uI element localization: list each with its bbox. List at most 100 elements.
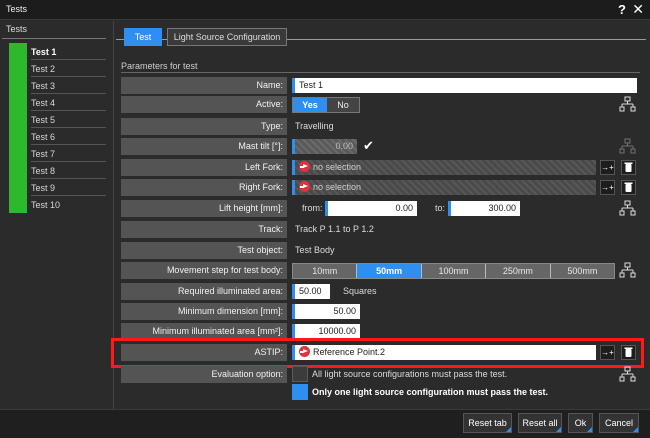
right-fork-value: no selection: [313, 182, 362, 192]
min-dimension-input[interactable]: 50.00: [292, 304, 360, 319]
test-item-label: Test 10: [31, 200, 61, 210]
pick-arrow-icon: [299, 161, 310, 172]
status-indicator: [9, 162, 27, 179]
tab-bar: Test Light Source Configuration: [116, 21, 646, 47]
test-list-item[interactable]: Test 3: [9, 77, 106, 94]
active-no-button[interactable]: No: [327, 98, 359, 112]
lift-height-from-label: from:: [302, 203, 323, 213]
status-indicator: [9, 145, 27, 162]
test-list-item[interactable]: Test 8: [9, 162, 106, 179]
lift-height-label: Lift height [mm]:: [121, 200, 287, 217]
title-bar: Tests ? ✕: [0, 0, 650, 20]
test-list-item[interactable]: Test 10: [9, 196, 106, 213]
section-title: Parameters for test: [121, 61, 198, 71]
hierarchy-icon[interactable]: [619, 366, 636, 383]
movement-step-selector: 10mm 50mm 100mm 250mm 500mm: [292, 263, 615, 279]
type-label: Type:: [121, 118, 287, 135]
test-item-label: Test 5: [31, 115, 56, 125]
trash-icon[interactable]: [621, 180, 636, 195]
track-label: Track:: [121, 221, 287, 238]
status-indicator: [9, 196, 27, 213]
test-list-item[interactable]: Test 2: [9, 60, 106, 77]
tests-panel-header: Tests: [6, 24, 28, 34]
active-yes-button[interactable]: Yes: [293, 98, 327, 112]
movement-step-label: Movement step for test body:: [121, 262, 287, 279]
right-fork-selector[interactable]: no selection: [292, 180, 596, 195]
type-row: Type: Travelling: [121, 118, 640, 135]
astip-highlight-box: [111, 338, 644, 368]
type-value: Travelling: [295, 121, 334, 131]
test-list-item[interactable]: Test 5: [9, 111, 106, 128]
lift-height-from-input[interactable]: 0.00: [325, 201, 417, 216]
active-toggle: Yes No: [292, 97, 360, 113]
mast-tilt-label: Mast tilt [°]:: [121, 138, 287, 155]
mast-tilt-row: Mast tilt [°]: 0.00 ✔: [121, 138, 640, 155]
test-item-label: Test 8: [31, 166, 56, 176]
name-input[interactable]: Test 1: [292, 78, 637, 93]
mast-tilt-input[interactable]: 0.00: [292, 139, 357, 154]
left-fork-selector[interactable]: no selection: [292, 160, 596, 175]
test-list-item[interactable]: Test 6: [9, 128, 106, 145]
evaluation-row: Evaluation option: All light source conf…: [121, 366, 640, 402]
test-list-item[interactable]: Test 1: [9, 43, 106, 60]
connect-arrows-icon[interactable]: →+: [600, 160, 615, 175]
step-option-50mm[interactable]: 50mm: [357, 264, 422, 278]
min-area-input[interactable]: 10000.00: [292, 324, 360, 339]
close-icon[interactable]: ✕: [632, 1, 644, 18]
evaluation-option-all-radio[interactable]: [292, 366, 308, 382]
test-item-label: Test 7: [31, 149, 56, 159]
required-area-input[interactable]: 50.00: [292, 284, 330, 299]
status-indicator: [9, 111, 27, 128]
name-label: Name:: [121, 77, 287, 94]
evaluation-option-one-label: Only one light source configuration must…: [312, 387, 549, 397]
tab-test[interactable]: Test: [124, 28, 162, 46]
test-list-item[interactable]: Test 9: [9, 179, 106, 196]
active-row: Active: Yes No: [121, 96, 640, 113]
lift-height-to-input[interactable]: 300.00: [448, 201, 520, 216]
min-dimension-label: Minimum dimension [mm]:: [121, 303, 287, 320]
checkmark-icon[interactable]: ✔: [361, 139, 376, 154]
step-option-500mm[interactable]: 500mm: [551, 264, 614, 278]
hierarchy-icon[interactable]: [619, 262, 636, 279]
left-fork-row: Left Fork: no selection →+: [121, 159, 640, 176]
status-indicator: [9, 128, 27, 145]
window-title: Tests: [6, 4, 28, 14]
lift-height-row: Lift height [mm]: from: 0.00 to: 300.00: [121, 200, 640, 217]
cancel-button[interactable]: Cancel: [599, 413, 639, 433]
tab-light-source-configuration[interactable]: Light Source Configuration: [167, 28, 287, 46]
status-indicator: [9, 94, 27, 111]
hierarchy-icon[interactable]: [619, 96, 636, 113]
help-icon[interactable]: ?: [618, 2, 626, 17]
test-item-label: Test 4: [31, 98, 56, 108]
ok-button[interactable]: Ok: [568, 413, 593, 433]
left-fork-value: no selection: [313, 162, 362, 172]
reset-all-button[interactable]: Reset all: [518, 413, 562, 433]
right-fork-label: Right Fork:: [121, 179, 287, 196]
evaluation-option-one-radio[interactable]: [292, 384, 308, 400]
status-indicator: [9, 43, 27, 60]
step-option-100mm[interactable]: 100mm: [422, 264, 487, 278]
step-option-10mm[interactable]: 10mm: [293, 264, 358, 278]
test-item-label: Test 3: [31, 81, 56, 91]
test-list-item[interactable]: Test 4: [9, 94, 106, 111]
status-indicator: [9, 179, 27, 196]
test-item-label: Test 2: [31, 64, 56, 74]
trash-icon[interactable]: [621, 160, 636, 175]
divider: [2, 38, 106, 39]
test-item-label: Test 1: [31, 47, 57, 57]
reset-tab-button[interactable]: Reset tab: [463, 413, 512, 433]
required-area-row: Required illuminated area: 50.00 Squares: [121, 283, 640, 300]
step-option-250mm[interactable]: 250mm: [486, 264, 551, 278]
evaluation-label: Evaluation option:: [121, 366, 287, 383]
required-area-label: Required illuminated area:: [121, 283, 287, 300]
left-fork-label: Left Fork:: [121, 159, 287, 176]
required-area-unit: Squares: [343, 286, 377, 296]
pick-arrow-icon: [299, 181, 310, 192]
test-object-label: Test object:: [121, 242, 287, 259]
test-object-value: Test Body: [295, 245, 335, 255]
track-value: Track P 1.1 to P 1.2: [295, 224, 374, 234]
test-list-item[interactable]: Test 7: [9, 145, 106, 162]
hierarchy-icon[interactable]: [619, 200, 636, 217]
section-divider: [121, 72, 640, 73]
connect-arrows-icon[interactable]: →+: [600, 180, 615, 195]
